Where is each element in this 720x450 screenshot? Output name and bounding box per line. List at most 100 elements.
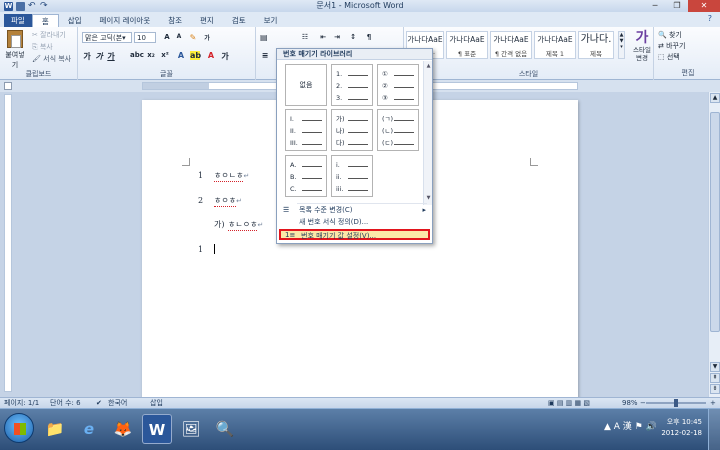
- style-gallery-scroll[interactable]: ▲ ▼ ▾: [618, 31, 625, 59]
- zoom-slider-knob[interactable]: [674, 399, 678, 407]
- ie-icon[interactable]: e: [74, 414, 104, 444]
- proofing-icon[interactable]: ✔: [96, 398, 102, 408]
- numbering-option[interactable]: ① ② ③: [377, 64, 419, 106]
- find-button[interactable]: 🔍 찾기: [658, 30, 682, 40]
- redo-icon[interactable]: ↷: [40, 1, 49, 11]
- undo-icon[interactable]: ↶: [28, 1, 37, 11]
- highlight-icon[interactable]: ab: [190, 51, 201, 60]
- numbering-option[interactable]: 1. 2. 3.: [331, 64, 373, 106]
- multilevel-list-icon[interactable]: ☷: [300, 33, 310, 41]
- copy-button[interactable]: ⎘ 복사: [32, 42, 53, 52]
- clock[interactable]: 오후 10:45 2012-02-18: [661, 417, 702, 439]
- scroll-thumb[interactable]: [710, 112, 720, 332]
- help-icon[interactable]: ?: [708, 14, 712, 23]
- distributed-text-icon[interactable]: ▤: [260, 33, 270, 42]
- tray-icons[interactable]: ▲ A 漢 ⚑ 🔊: [604, 419, 657, 432]
- maximize-button[interactable]: ❐: [666, 0, 688, 12]
- scroll-down-icon[interactable]: ▼: [425, 195, 432, 202]
- change-list-level-item[interactable]: ☰ 목록 수준 변경(C) ▸: [279, 205, 430, 216]
- list-item[interactable]: 가) ㅎㄴㅇㅎ↵: [214, 219, 263, 231]
- paste-button[interactable]: 붙여넣기: [3, 30, 27, 70]
- strikethrough-icon[interactable]: abc: [130, 51, 144, 59]
- word-logo-icon[interactable]: W: [4, 1, 13, 11]
- search-app-icon[interactable]: 🔍: [210, 414, 240, 444]
- align-left-icon[interactable]: ≡: [260, 51, 270, 60]
- format-painter-button[interactable]: 🖌 서식 복사: [32, 54, 71, 64]
- tab-view[interactable]: 보기: [255, 14, 287, 27]
- change-styles-button[interactable]: 가 스타일 변경: [631, 30, 653, 62]
- view-buttons[interactable]: ▣ ▤ ▥ ▦ ▧: [548, 398, 590, 408]
- shrink-font-icon[interactable]: A: [174, 33, 184, 40]
- superscript-icon[interactable]: x²: [160, 51, 170, 59]
- save-icon[interactable]: [16, 1, 25, 11]
- phonetic-guide-icon[interactable]: 가: [202, 33, 212, 42]
- numbering-option[interactable]: A. B. C.: [285, 155, 327, 197]
- style-normal[interactable]: 가나다AaE ¶ 표준: [446, 31, 488, 59]
- numbering-option[interactable]: 가) 나) 다): [331, 109, 373, 151]
- numbering-none-option[interactable]: 없음: [285, 64, 327, 106]
- image-viewer-icon[interactable]: 🖼: [176, 414, 206, 444]
- scroll-up-icon[interactable]: ▲: [710, 93, 720, 103]
- word-count[interactable]: 단어 수: 6: [50, 398, 81, 408]
- zoom-out-button[interactable]: −: [640, 398, 646, 408]
- tab-insert[interactable]: 삽입: [59, 14, 91, 27]
- tab-home[interactable]: 홈: [31, 14, 59, 27]
- set-numbering-value-item[interactable]: 1≡ 번호 매기기 값 설정(V)...: [279, 229, 430, 240]
- tab-references[interactable]: 참조: [159, 14, 191, 27]
- font-name-combo[interactable]: 맑은 고딕(본▾: [82, 32, 132, 43]
- language[interactable]: 한국어: [108, 398, 127, 408]
- show-marks-icon[interactable]: ¶: [364, 33, 374, 41]
- zoom-level[interactable]: 98%: [622, 398, 638, 408]
- tab-review[interactable]: 검토: [223, 14, 255, 27]
- style-heading1[interactable]: 가나다AaE 제목 1: [534, 31, 576, 59]
- firefox-icon[interactable]: 🦊: [108, 414, 138, 444]
- font-color-icon[interactable]: A: [206, 51, 216, 60]
- scroll-up-icon[interactable]: ▲: [425, 63, 432, 70]
- scroll-down-icon[interactable]: ▼: [710, 362, 720, 372]
- tab-selector[interactable]: [4, 82, 12, 90]
- close-button[interactable]: ✕: [688, 0, 720, 12]
- bold-button[interactable]: 가: [82, 51, 92, 62]
- sort-icon[interactable]: ↕: [348, 33, 358, 41]
- char-shading-icon[interactable]: 가: [220, 51, 230, 62]
- vertical-ruler[interactable]: [4, 94, 12, 392]
- numbering-dropdown: 번호 매기기 라이브러리 없음 1. 2. 3. ① ② ③ I. II. II…: [276, 48, 433, 244]
- prev-page-icon[interactable]: ⇞: [710, 373, 720, 383]
- italic-button[interactable]: 가: [94, 51, 104, 62]
- minimize-button[interactable]: ─: [644, 0, 666, 12]
- explorer-icon[interactable]: 📁: [40, 414, 70, 444]
- numbering-option[interactable]: (ㄱ) (ㄴ) (ㄷ): [377, 109, 419, 151]
- numbering-library-scrollbar[interactable]: ▲ ▼: [423, 61, 432, 205]
- word-taskbar-icon[interactable]: W: [142, 414, 172, 444]
- style-title[interactable]: 가나다. 제목: [578, 31, 614, 59]
- page-count[interactable]: 페이지: 1/1: [4, 398, 39, 408]
- cut-button[interactable]: ✂ 잘라내기: [32, 30, 66, 40]
- tab-page-layout[interactable]: 페이지 레이아웃: [91, 14, 160, 27]
- tab-file[interactable]: 파일: [4, 14, 32, 27]
- increase-indent-icon[interactable]: ⇥: [332, 33, 342, 41]
- grow-font-icon[interactable]: A: [162, 33, 172, 41]
- list-item[interactable]: 1 ㅎㅇㄴㅎ↵: [198, 170, 249, 182]
- vertical-scrollbar[interactable]: ▲ ▼ ⇞ ⇟: [708, 92, 720, 397]
- zoom-slider[interactable]: [646, 399, 706, 407]
- subscript-icon[interactable]: x₂: [146, 51, 156, 59]
- style-no-spacing[interactable]: 가나다AaE ¶ 간격 없음: [490, 31, 532, 59]
- text-effect-icon[interactable]: A: [176, 51, 186, 60]
- underline-button[interactable]: 가: [106, 51, 116, 62]
- zoom-in-button[interactable]: +: [710, 398, 716, 408]
- show-desktop-button[interactable]: [708, 409, 720, 450]
- define-new-format-item[interactable]: 새 번호 서식 정의(D)...: [279, 217, 430, 228]
- list-item[interactable]: 2 ㅎㅇㅎ↵: [198, 195, 242, 207]
- clear-format-icon[interactable]: ✎: [188, 33, 198, 42]
- decrease-indent-icon[interactable]: ⇤: [318, 33, 328, 41]
- select-button[interactable]: ⬚ 선택: [658, 52, 680, 62]
- font-size-combo[interactable]: 10: [134, 32, 156, 43]
- next-page-icon[interactable]: ⇟: [710, 384, 720, 394]
- list-item[interactable]: 1: [198, 244, 215, 254]
- numbering-option[interactable]: I. II. III.: [285, 109, 327, 151]
- replace-button[interactable]: ⇄ 바꾸기: [658, 41, 685, 51]
- start-button[interactable]: [4, 413, 34, 443]
- numbering-option[interactable]: i. ii. iii.: [331, 155, 373, 197]
- insert-mode[interactable]: 삽입: [150, 398, 163, 408]
- tab-mailings[interactable]: 편지: [191, 14, 223, 27]
